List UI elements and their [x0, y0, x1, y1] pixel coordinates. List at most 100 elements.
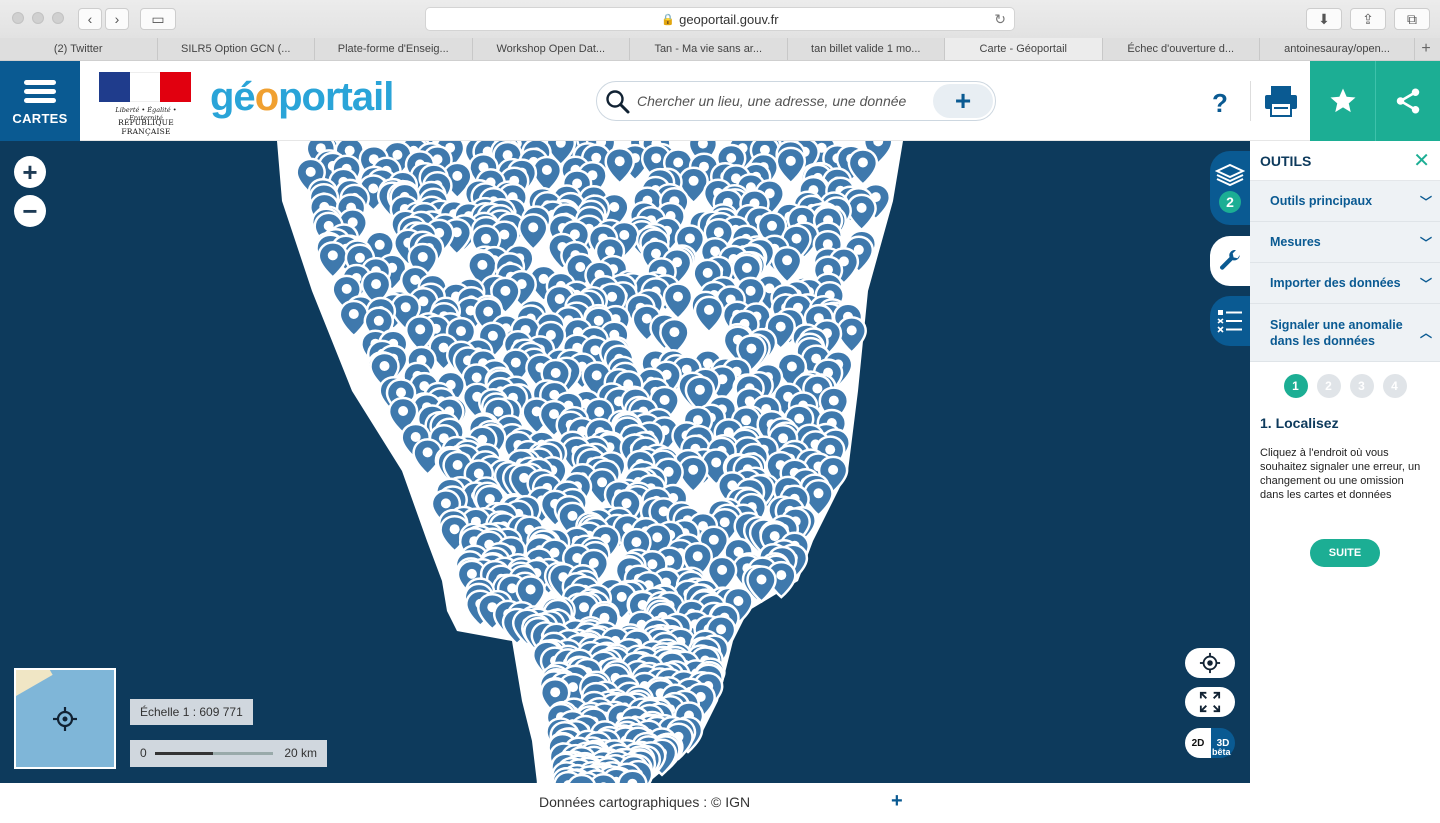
section-label: Mesures — [1270, 235, 1321, 249]
window-zoom-button[interactable] — [52, 12, 64, 24]
new-tab-button[interactable]: + — [1415, 38, 1437, 60]
layers-count-badge: 2 — [1219, 191, 1241, 213]
browser-tab-active[interactable]: Carte - Géoportail — [945, 38, 1103, 60]
maps-menu-button[interactable]: CARTES — [0, 61, 80, 141]
browser-tab[interactable]: Workshop Open Dat... — [473, 38, 630, 60]
browser-tab[interactable]: SILR5 Option GCN (... — [158, 38, 315, 60]
download-icon: ⬇ — [1318, 10, 1330, 27]
forward-button[interactable]: › — [105, 8, 129, 30]
attribution-more-button[interactable]: + — [891, 790, 903, 813]
browser-tab[interactable]: tan billet valide 1 mo... — [788, 38, 945, 60]
tools-panel-header: OUTILS ✕ — [1250, 141, 1440, 181]
chevron-right-icon: › — [114, 11, 120, 27]
geolocate-icon — [1199, 652, 1221, 674]
scale-start: 0 — [140, 746, 147, 760]
window-close-button[interactable] — [12, 12, 24, 24]
hamburger-icon — [24, 76, 56, 107]
next-step-button[interactable]: SUITE — [1310, 539, 1380, 567]
geoportail-logo[interactable]: géoportail — [210, 73, 394, 121]
section-report-anomaly[interactable]: Signaler une anomalie dans les données ︿ — [1250, 304, 1440, 362]
step-instructions: Cliquez à l'endroit où vous souhaitez si… — [1260, 447, 1421, 501]
tab-overview-button[interactable]: ⧉ — [1394, 8, 1430, 30]
beta-label: bêta — [1212, 747, 1231, 757]
republic-name: RÉPUBLIQUE FRANÇAISE — [118, 118, 174, 136]
section-label: Importer des données — [1270, 276, 1401, 290]
chevron-down-icon: ﹀ — [1419, 235, 1432, 250]
marker-cluster[interactable] — [0, 141, 1250, 783]
star-icon — [1330, 88, 1355, 113]
browser-tab[interactable]: antoinesauray/open... — [1260, 38, 1415, 60]
reload-icon[interactable]: ↻ — [994, 11, 1006, 28]
browser-chrome: ‹ › ▭ 🔒 geoportail.gouv.fr ↻ ⬇ ⇪ ⧉ (2) T… — [0, 0, 1440, 61]
legend-tab[interactable] — [1210, 296, 1250, 346]
section-measures[interactable]: Mesures ﹀ — [1250, 222, 1440, 263]
step-2: 2 — [1316, 374, 1341, 398]
site-header: CARTES Liberté • Égalité • Fraternité RÉ… — [0, 61, 1440, 141]
map-canvas[interactable]: + − 2 Échelle 1: 609 771 0 20 km 2D 3D … — [0, 141, 1250, 783]
browser-tab[interactable]: Échec d'ouverture d... — [1103, 38, 1260, 60]
fullscreen-button[interactable] — [1185, 687, 1235, 717]
scale-line — [155, 752, 273, 755]
wizard-steps: 1 2 3 4 — [1250, 374, 1440, 398]
sidebar-toggle-button[interactable]: ▭ — [140, 8, 176, 30]
downloads-button[interactable]: ⬇ — [1306, 8, 1342, 30]
chevron-down-icon: ﹀ — [1419, 194, 1432, 209]
attribution-text: Données cartographiques : © IGN — [539, 794, 751, 810]
crosshair-icon — [53, 707, 77, 731]
share-icon — [1396, 88, 1420, 114]
close-icon[interactable]: ✕ — [1413, 151, 1430, 171]
browser-tab[interactable]: Tan - Ma vie sans ar... — [630, 38, 788, 60]
browser-tab[interactable]: (2) Twitter — [0, 38, 158, 60]
section-label: Outils principaux — [1270, 194, 1373, 208]
chevron-down-icon: ﹀ — [1419, 276, 1432, 291]
share-button[interactable] — [1375, 61, 1440, 141]
tabs-icon: ⧉ — [1407, 10, 1417, 27]
sidebar-icon: ▭ — [151, 10, 165, 27]
print-icon[interactable] — [1262, 83, 1300, 119]
url-text: geoportail.gouv.fr — [679, 11, 779, 27]
section-main-tools[interactable]: Outils principaux ﹀ — [1250, 181, 1440, 222]
search-icon — [606, 90, 630, 114]
browser-tab[interactable]: Plate-forme d'Enseig... — [315, 38, 473, 60]
advanced-search-button[interactable]: + — [933, 84, 993, 118]
zoom-in-button[interactable]: + — [14, 156, 46, 188]
overview-land — [16, 670, 53, 700]
geolocate-button[interactable] — [1185, 648, 1235, 678]
layers-icon — [1215, 163, 1245, 187]
back-button[interactable]: ‹ — [78, 8, 102, 30]
step-3: 3 — [1349, 374, 1374, 398]
step-title: 1. Localisez — [1260, 415, 1339, 431]
share-sheet-icon: ⇪ — [1362, 10, 1374, 27]
search-box[interactable]: Chercher un lieu, une adresse, une donné… — [596, 81, 996, 121]
address-bar[interactable]: 🔒 geoportail.gouv.fr ↻ — [425, 7, 1015, 31]
layers-tab[interactable]: 2 — [1210, 151, 1250, 225]
step-1: 1 — [1283, 374, 1308, 398]
overview-map[interactable] — [14, 668, 116, 769]
maps-menu-label: CARTES — [12, 111, 68, 126]
logo-part: portail — [278, 75, 394, 119]
logo-part: gé — [210, 75, 256, 119]
tools-tab[interactable] — [1210, 236, 1250, 286]
tricolor-flag — [99, 72, 192, 102]
share-browser-button[interactable]: ⇪ — [1350, 8, 1386, 30]
help-button[interactable]: ? — [1200, 83, 1240, 123]
scale-end: 20 km — [284, 746, 317, 760]
view-mode-toggle[interactable]: 2D 3D bêta — [1185, 728, 1235, 758]
wrench-icon — [1220, 250, 1240, 270]
scale-bar: 0 20 km — [130, 740, 327, 767]
window-minimize-button[interactable] — [32, 12, 44, 24]
step-4: 4 — [1382, 374, 1407, 398]
lock-icon: 🔒 — [661, 13, 676, 26]
tab-bar: (2) Twitter SILR5 Option GCN (... Plate-… — [0, 38, 1440, 60]
search-input[interactable]: Chercher un lieu, une adresse, une donné… — [637, 93, 906, 109]
section-label: Signaler une anomalie dans les données — [1270, 317, 1403, 348]
legend-icon — [1217, 310, 1242, 333]
header-divider — [1250, 81, 1251, 121]
toggle-2d[interactable]: 2D — [1185, 728, 1211, 758]
scale-text: Échelle 1 : 609 771 — [130, 699, 253, 725]
zoom-out-button[interactable]: − — [14, 195, 46, 227]
chevron-left-icon: ‹ — [87, 11, 93, 27]
logo-part: o — [254, 75, 279, 119]
favorites-button[interactable] — [1310, 61, 1375, 141]
section-import-data[interactable]: Importer des données ﹀ — [1250, 263, 1440, 304]
